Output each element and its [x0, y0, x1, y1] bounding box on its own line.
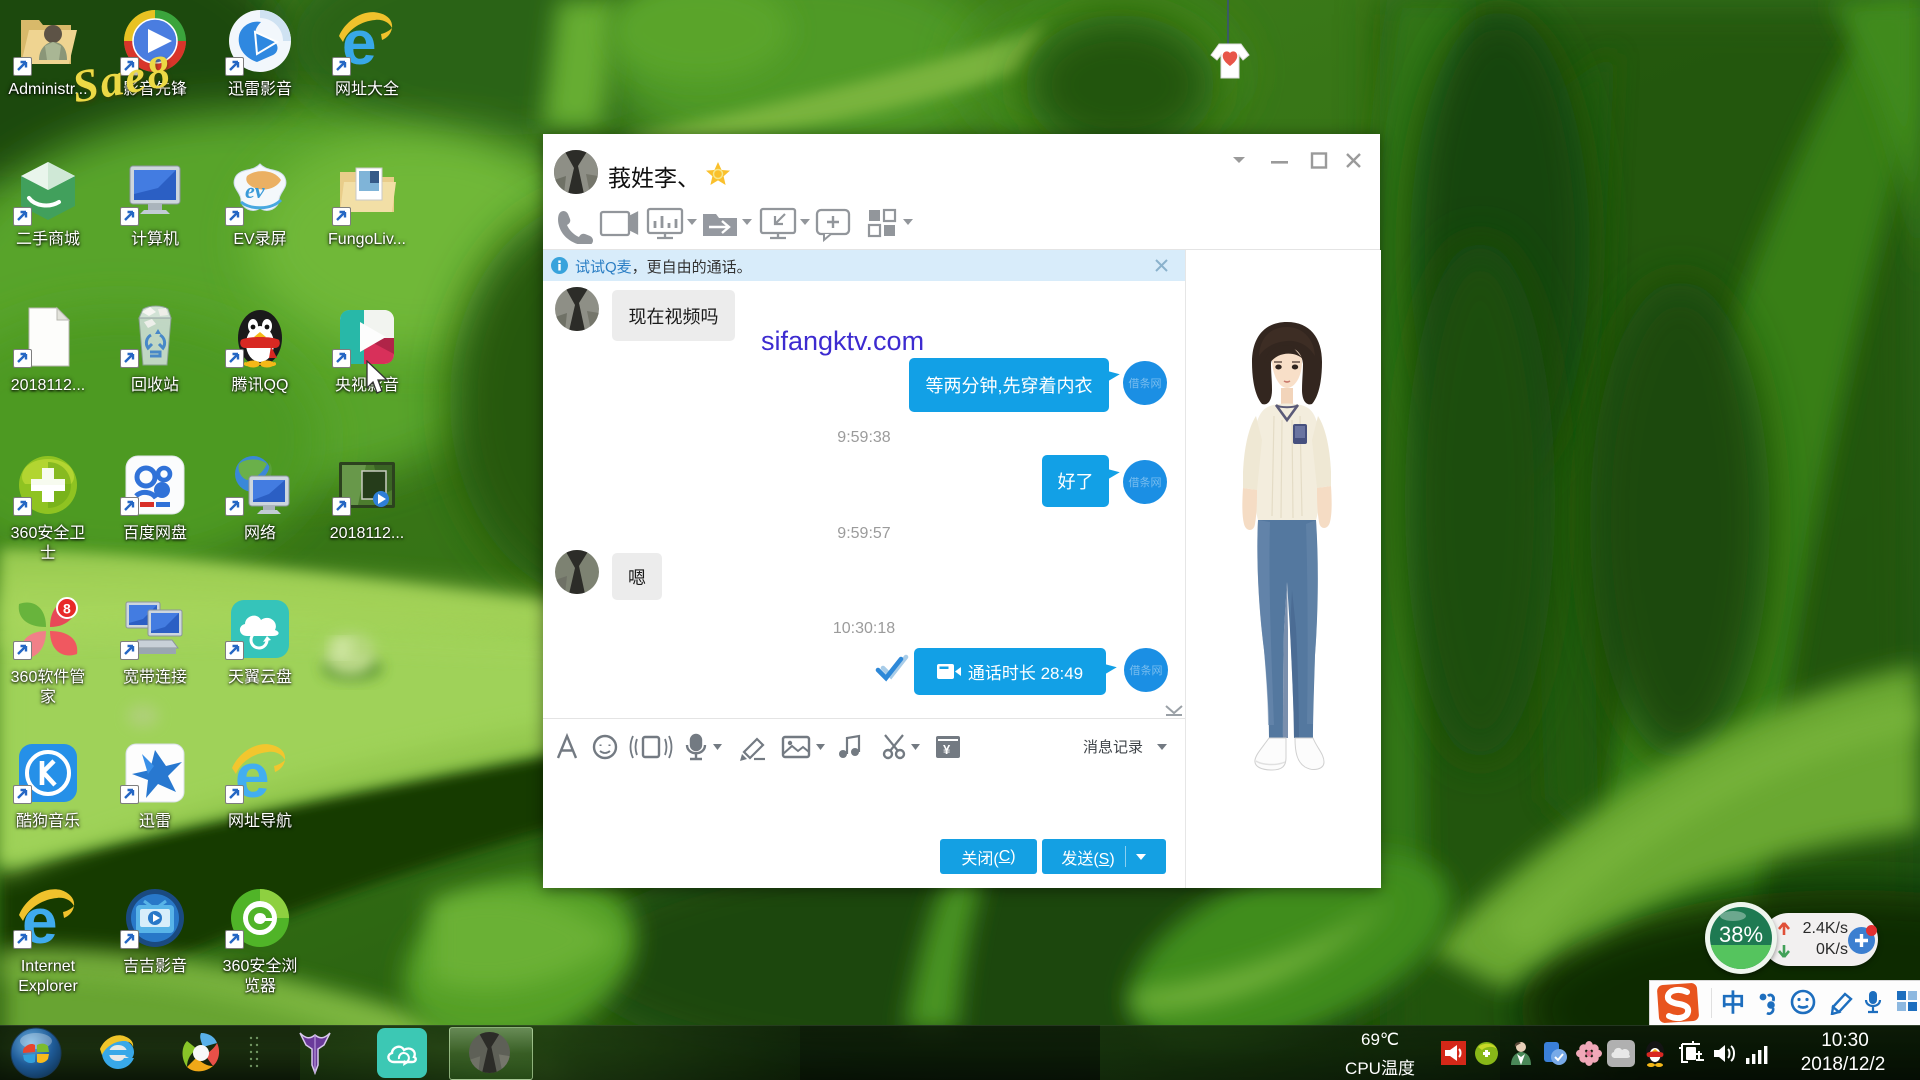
svg-text:¥: ¥	[943, 742, 951, 757]
svg-text:8: 8	[63, 601, 71, 617]
svg-text:中: 中	[1721, 990, 1745, 1015]
svg-text:ev: ev	[245, 178, 265, 203]
